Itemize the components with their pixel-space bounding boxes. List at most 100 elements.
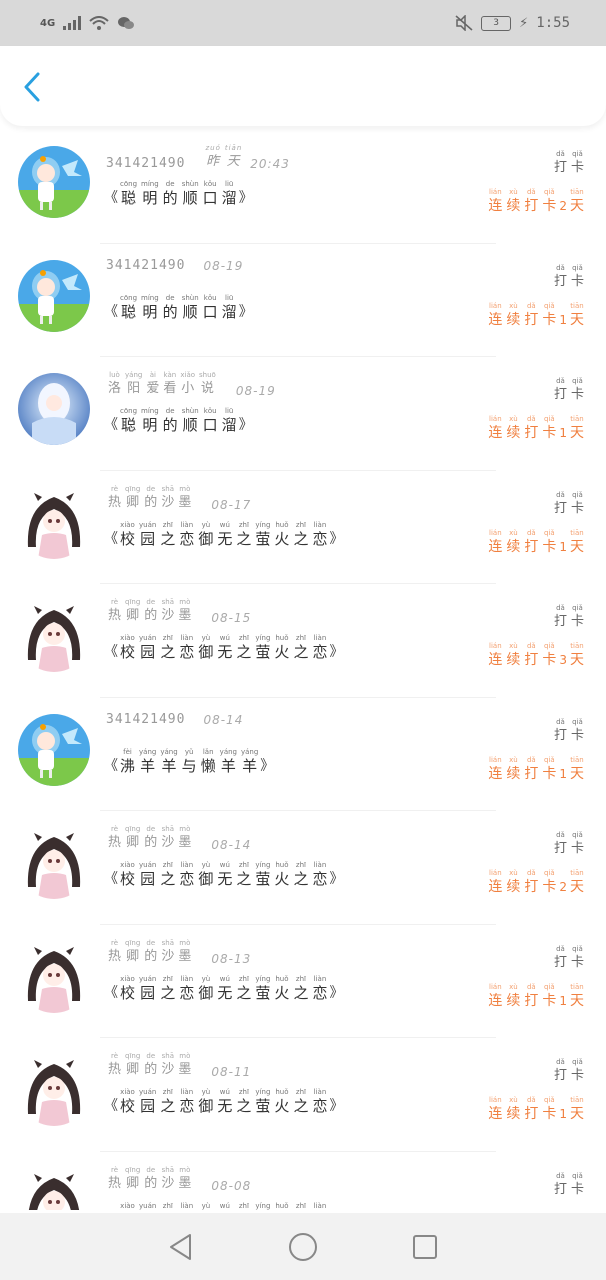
pinyin-char: dǎ 打 (553, 490, 567, 516)
pinyin-char: zhī之 (236, 520, 252, 548)
wifi-icon (89, 16, 109, 30)
nav-home-button[interactable] (285, 1229, 321, 1265)
avatar[interactable] (18, 713, 90, 786)
pinyin-char: de 的 (162, 293, 178, 321)
avatar[interactable] (18, 1054, 90, 1126)
pinyin-char: tiān 天 (570, 188, 584, 214)
pinyin-char: zhī之 (160, 861, 176, 888)
book-title[interactable]: 《 cōng 聪 míng 明 de 的 shùn 顺 kǒu 口 liū 溜》 (104, 180, 253, 207)
book-title[interactable]: 《xiào校yuán园zhī之liàn恋yù御wú无zhī之yíng萤huǒ火z… (104, 1088, 343, 1115)
pinyin-char: yuán园 (139, 634, 157, 661)
pinyin-char: qiǎ 卡 (542, 528, 557, 555)
pinyin-char: huǒ火 (274, 861, 290, 888)
app-header (0, 46, 606, 126)
pinyin-char: kàn 看 (163, 371, 177, 396)
pinyin-char: dǎ 打 (524, 982, 539, 1009)
book-title[interactable]: 《xiào校yuán园zhī之liàn恋yù御wú无zhī之yíng萤huǒ火z… (104, 521, 343, 548)
avatar[interactable] (18, 486, 90, 559)
avatar[interactable] (18, 940, 90, 1013)
pinyin-char: liū 溜 (221, 407, 237, 434)
pinyin-char: rè 热 (108, 1052, 122, 1077)
nav-back-button[interactable] (163, 1229, 199, 1265)
pinyin-char: qīng 卿 (125, 484, 141, 510)
checkin-record-list[interactable]: 341421490 zuó 昨 tiān 天 20:43 《 cōng 聪 míng 明 de 的 shù… (0, 130, 606, 1210)
avatar[interactable] (18, 259, 90, 332)
pinyin-char: shā 沙 (161, 484, 175, 510)
battery-icon: 3 (481, 15, 512, 31)
pinyin-char: yù御 (198, 520, 214, 548)
pinyin-char: cōng 聪 (120, 293, 138, 321)
pinyin-char: wú无 (217, 974, 233, 1002)
pinyin-char: tiān 天 (224, 144, 243, 169)
pinyin-char: xiào校 (120, 861, 136, 888)
record-meta: rè 热 qīng 卿 de 的 shā 沙 mò 墨 08-13 (106, 939, 251, 966)
book-title[interactable]: 《 fèi 沸 yáng 羊 yáng 羊 yǔ 与 lǎn 懒 yáng 羊 yáng 羊》 (104, 748, 274, 775)
pinyin-char: xù 续 (506, 188, 521, 214)
record-date: 08-11 (211, 1065, 252, 1079)
avatar[interactable] (18, 827, 90, 899)
streak-days: lián 连 xù 续 dǎ 打 qiǎ 卡 1 tiān 天 (486, 415, 586, 442)
pinyin-char: yù御 (198, 1088, 214, 1115)
nav-recent-button[interactable] (407, 1229, 443, 1265)
checkin-record-row[interactable]: rè 热 qīng 卿 de 的 shā 沙 mò 墨 08-11 《 xiào 校 yuán 园 zhī 之 li… (0, 1038, 606, 1152)
checkin-record-row[interactable]: rè 热 qīng 卿 de 的 shā 沙 mò 墨 08-15 《 xiào 校 yuán 园 zhī 之 li… (0, 584, 606, 698)
pinyin-char: qiǎ 卡 (570, 1058, 584, 1083)
checkin-record-row[interactable]: rè 热 qīng 卿 de 的 shā 沙 mò 墨 08-13 《 xiào 校 yuán 园 zhī 之 li… (0, 925, 606, 1038)
pinyin-char: liàn恋 (312, 861, 328, 888)
pinyin-char: shuō 说 (199, 371, 216, 396)
pinyin-char: xiǎo 小 (180, 371, 196, 396)
pinyin-char: xù 续 (506, 1096, 521, 1122)
pinyin-char: zhī之 (160, 974, 176, 1002)
user-name: rè 热 qīng 卿 de 的 shā 沙 mò 墨 (106, 1166, 193, 1193)
book-title[interactable]: 《 cōng 聪 míng 明 de 的 shùn 顺 kǒu 口 liū 溜》 (104, 294, 253, 321)
checkin-label: dǎ 打 qiǎ 卡 (552, 1058, 586, 1085)
streak-count: 3 (559, 653, 567, 667)
pinyin-char: dǎ 打 (524, 642, 539, 668)
pinyin-char: zhī之 (160, 520, 176, 548)
checkin-record-row[interactable]: 341421490 zuó 昨 tiān 天 20:43 《 cōng 聪 míng 明 de 的 shù… (0, 130, 606, 244)
record-date: 08-08 (211, 1178, 252, 1193)
pinyin-char: qiǎ 卡 (570, 263, 584, 289)
pinyin-char: xiào校 (120, 1201, 135, 1210)
checkin-record-row[interactable]: rè热qīng卿de的shā沙mò墨08-08《xiào校yuán园zhī之li… (0, 1152, 606, 1211)
avatar[interactable] (18, 146, 90, 218)
pinyin-char: míng 明 (141, 180, 159, 207)
pinyin-char: wú无 (217, 634, 233, 661)
pinyin-char: mò 墨 (178, 484, 192, 510)
avatar[interactable] (18, 600, 90, 672)
pinyin-char: liàn恋 (313, 1201, 327, 1210)
book-title[interactable]: 《xiào校yuán园zhī之liàn恋yù御wú无zhī之yíng萤huǒ火z… (104, 861, 343, 888)
checkin-record-row[interactable]: rè 热 qīng 卿 de 的 shā 沙 mò 墨 08-17 《 xiào 校 yuán 园 zhī 之 li… (0, 471, 606, 584)
checkin-record-row[interactable]: 341421490 08-19 《 cōng 聪 míng 明 de 的 shùn 顺 kǒu 口 liū… (0, 244, 606, 357)
back-button[interactable] (18, 70, 52, 104)
streak-count: 1 (559, 766, 567, 781)
pinyin-char: qiǎ 卡 (542, 642, 557, 668)
pinyin-char: yù御 (198, 861, 214, 888)
book-title[interactable]: 《xiào校yuán园zhī之liàn恋yù御wú无zhī之yíng萤huǒ火z… (104, 634, 343, 661)
pinyin-char: yíng萤 (255, 634, 271, 661)
pinyin-char: dǎ 打 (553, 150, 567, 175)
checkin-label: dǎ 打 qiǎ 卡 (552, 1172, 586, 1199)
avatar[interactable] (18, 1167, 90, 1210)
streak-days: lián 连 xù 续 dǎ 打 qiǎ 卡 3 tiān 天 (486, 642, 586, 669)
pinyin-char: liàn恋 (179, 974, 195, 1002)
pinyin-char: zhī之 (238, 1201, 249, 1210)
record-meta: rè 热 qīng 卿 de 的 shā 沙 mò 墨 08-15 (106, 598, 251, 625)
record-meta: rè 热 qīng 卿 de 的 shā 沙 mò 墨 08-14 (106, 825, 251, 852)
pinyin-char: dǎ 打 (524, 415, 539, 441)
pinyin-char: zhī之 (236, 974, 252, 1002)
book-title[interactable]: 《xiào校yuán园zhī之liàn恋yù御wú无zhī之yíng萤huǒ火z… (104, 975, 343, 1002)
pinyin-char: tiān 天 (570, 982, 584, 1009)
avatar[interactable] (18, 373, 90, 445)
pinyin-char: huǒ火 (274, 1088, 290, 1115)
book-title[interactable]: 《xiào校yuán园zhī之liàn恋yù御wú无zhī之yíng萤huǒ火z… (104, 1202, 343, 1211)
checkin-record-row[interactable]: rè 热 qīng 卿 de 的 shā 沙 mò 墨 08-14 《 xiào 校 yuán 园 zhī 之 li… (0, 811, 606, 925)
pinyin-char: shā 沙 (161, 1052, 175, 1077)
checkin-record-row[interactable]: luò 洛 yáng 阳 ài 爱 kàn 看 xiǎo 小 shuō 说 08-19 《 cōng 聪 mín… (0, 357, 606, 471)
book-title[interactable]: 《 cōng 聪 míng 明 de 的 shùn 顺 kǒu 口 liū 溜》 (104, 407, 253, 434)
checkin-record-row[interactable]: 341421490 08-14 《 fèi 沸 yáng 羊 yáng 羊 yǔ 与 lǎn 懒 yáng… (0, 698, 606, 811)
status-time: 1:55 (536, 15, 570, 31)
pinyin-char: zuó 昨 (205, 144, 221, 169)
record-date: 08-15 (211, 611, 252, 625)
pinyin-char: lǎn 懒 (200, 747, 216, 775)
